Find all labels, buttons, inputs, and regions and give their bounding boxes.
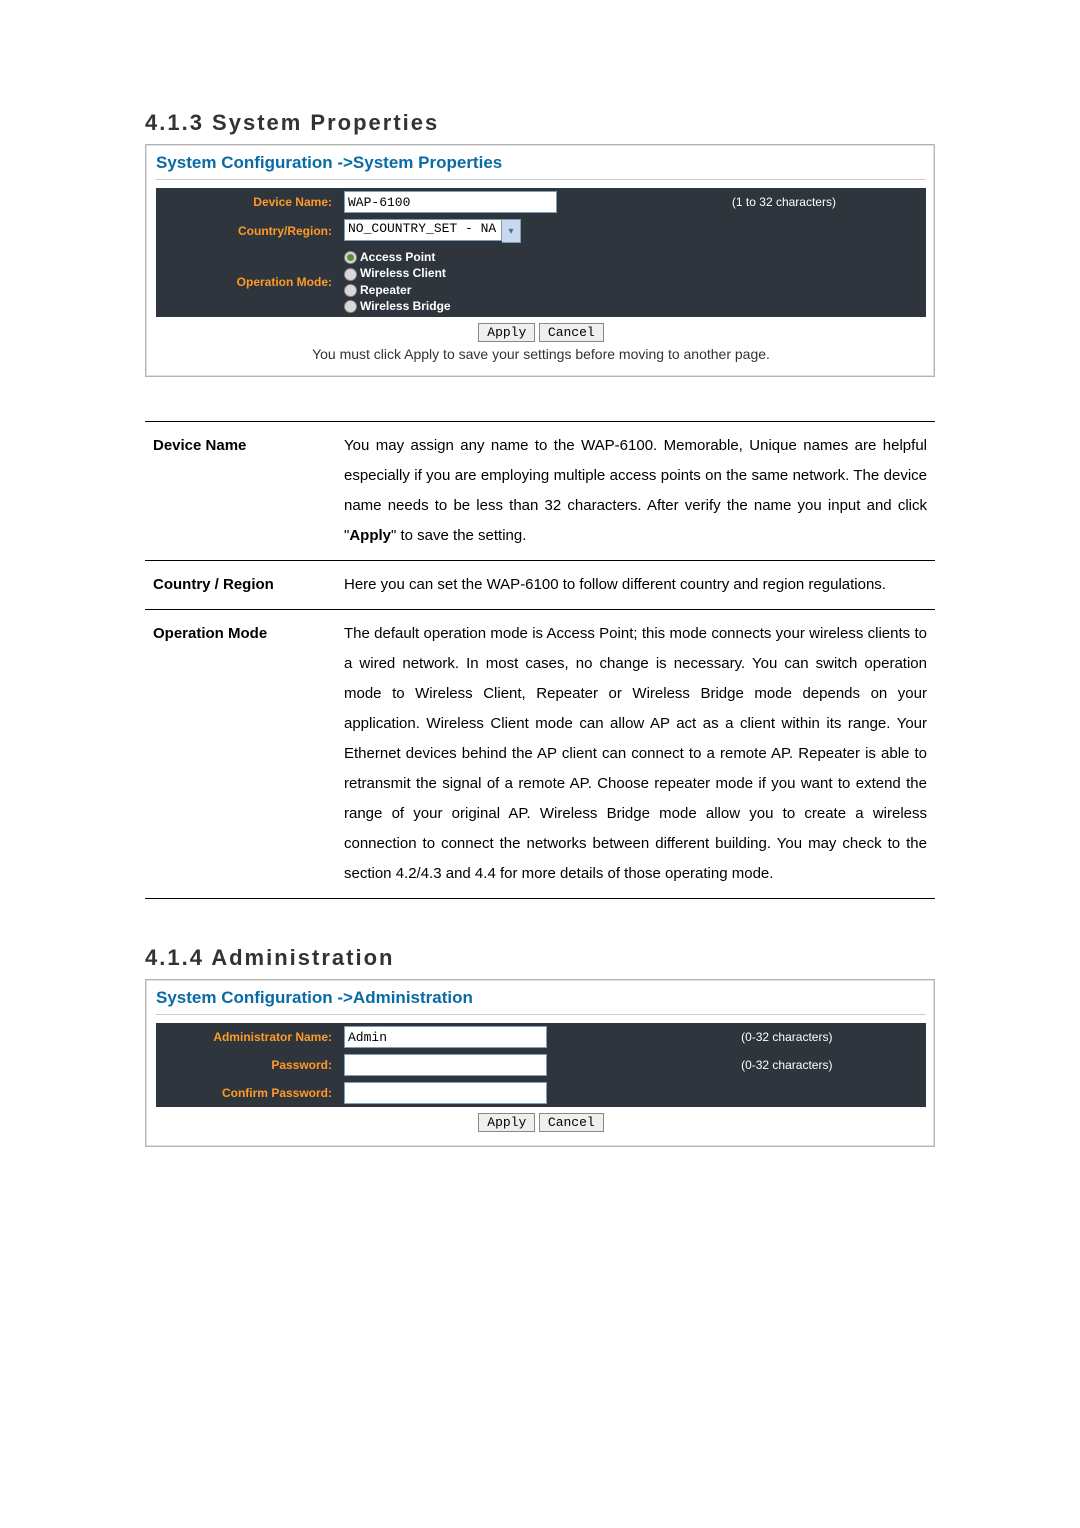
heading-system-properties: 4.1.3 System Properties [145,110,935,136]
radio-label: Wireless Client [360,266,446,280]
divider [156,1014,926,1015]
country-region-select[interactable]: NO_COUNTRY_SET - NA [344,219,502,241]
confirm-password-label: Confirm Password: [156,1079,338,1107]
country-region-label: Country/Region: [156,216,338,246]
apply-note: You must click Apply to save your settin… [156,342,926,362]
radio-label: Access Point [360,250,435,264]
cancel-button[interactable]: Cancel [539,323,604,342]
desc-key-device-name: Device Name [145,422,336,561]
administrator-name-hint: (0-32 characters) [735,1023,926,1051]
heading-administration: 4.1.4 Administration [145,945,935,971]
cancel-button[interactable]: Cancel [539,1113,604,1132]
divider [156,179,926,180]
screenshot-system-properties: System Configuration ->System Properties… [145,144,935,377]
screenshot-administration: System Configuration ->Administration Ad… [145,979,935,1147]
operation-mode-label: Operation Mode: [156,246,338,317]
desc-val-operation-mode: The default operation mode is Access Poi… [336,610,935,899]
description-table: Device Name You may assign any name to t… [145,421,935,899]
radio-repeater[interactable] [344,284,357,297]
shot-title: System Configuration ->System Properties [156,151,926,179]
radio-access-point[interactable] [344,251,357,264]
device-name-label: Device Name: [156,188,338,216]
chevron-down-icon[interactable]: ▾ [502,219,521,243]
device-name-input[interactable] [344,191,557,213]
device-name-hint: (1 to 32 characters) [726,188,926,216]
password-input[interactable] [344,1054,547,1076]
apply-button[interactable]: Apply [478,1113,535,1132]
desc-key-operation-mode: Operation Mode [145,610,336,899]
confirm-password-input[interactable] [344,1082,547,1104]
desc-val-country-region: Here you can set the WAP-6100 to follow … [336,561,935,610]
shot-title: System Configuration ->Administration [156,986,926,1014]
desc-key-country-region: Country / Region [145,561,336,610]
administrator-name-label: Administrator Name: [156,1023,338,1051]
radio-label: Repeater [360,283,411,297]
config-form-table: Device Name: (1 to 32 characters) Countr… [156,188,926,317]
admin-form-table: Administrator Name: (0-32 characters) Pa… [156,1023,926,1107]
password-hint: (0-32 characters) [735,1051,926,1079]
administrator-name-input[interactable] [344,1026,547,1048]
password-label: Password: [156,1051,338,1079]
radio-wireless-bridge[interactable] [344,300,357,313]
radio-wireless-client[interactable] [344,268,357,281]
radio-label: Wireless Bridge [360,299,451,313]
desc-val-device-name: You may assign any name to the WAP-6100.… [336,422,935,561]
apply-button[interactable]: Apply [478,323,535,342]
